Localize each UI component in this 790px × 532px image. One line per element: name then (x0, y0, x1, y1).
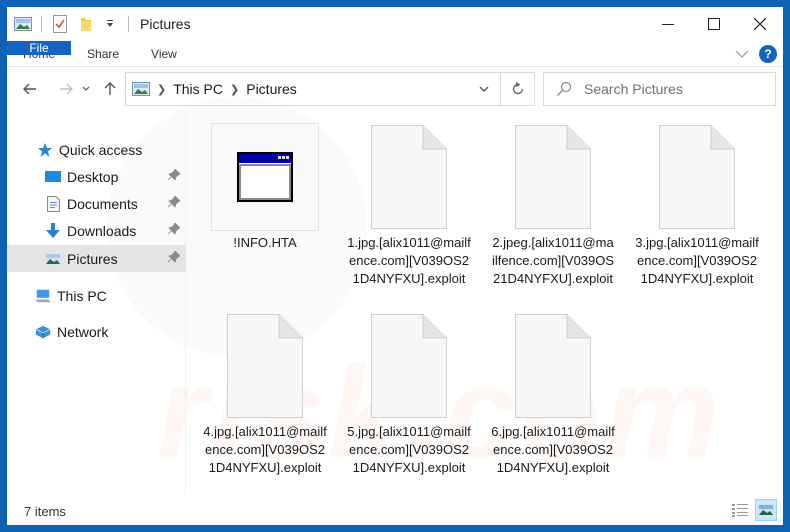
toolbar-separator (128, 16, 129, 32)
blank-file-icon (499, 312, 607, 420)
pictures-folder-icon[interactable] (14, 15, 32, 33)
close-icon (754, 18, 766, 30)
window-title: Pictures (140, 16, 191, 32)
file-item[interactable]: 5.jpg.[alix1011@mailfence.com][V039OS21D… (337, 312, 481, 477)
file-item[interactable]: 1.jpg.[alix1011@mailfence.com][V039OS21D… (337, 123, 481, 288)
title-bar: Pictures (7, 7, 783, 41)
chevron-down-icon (479, 86, 489, 92)
recent-locations-button[interactable] (79, 76, 93, 102)
sidebar-item-desktop[interactable]: Desktop (7, 163, 186, 190)
close-button[interactable] (737, 7, 783, 41)
computer-icon (35, 288, 51, 304)
sidebar-label: Pictures (67, 250, 118, 267)
file-name: 2.jpeg.[alix1011@mailfence.com][V039OS21… (491, 235, 615, 286)
pin-icon[interactable] (167, 168, 181, 184)
navigation-pane: Quick access Desktop Documents Downloads… (7, 111, 186, 495)
file-name: 5.jpg.[alix1011@mailfence.com][V039OS21D… (347, 424, 471, 475)
sidebar-label: This PC (57, 287, 107, 304)
documents-icon (45, 195, 61, 212)
pin-icon[interactable] (167, 222, 181, 238)
blank-file-icon (499, 123, 607, 231)
arrow-left-icon (23, 83, 36, 95)
sidebar-item-documents[interactable]: Documents (7, 190, 186, 217)
file-item[interactable]: !INFO.HTA (193, 123, 337, 252)
forward-button[interactable] (53, 76, 79, 102)
search-icon (544, 81, 584, 97)
star-icon (37, 142, 53, 158)
sidebar-label: Network (57, 323, 109, 340)
blank-file-icon (355, 123, 463, 231)
sidebar-item-network[interactable]: Network (7, 318, 186, 345)
sidebar-item-pictures[interactable]: Pictures (7, 245, 186, 272)
pictures-location-icon (132, 82, 150, 96)
arrow-right-icon (60, 83, 73, 95)
details-view-icon (732, 504, 748, 517)
minimize-icon (662, 24, 674, 25)
address-bar[interactable]: ❯ This PC ❯ Pictures (125, 72, 501, 106)
blank-file-icon (643, 123, 751, 231)
sidebar-label: Documents (67, 195, 138, 212)
file-item[interactable]: 6.jpg.[alix1011@mailfence.com][V039OS21D… (481, 312, 625, 477)
file-item[interactable]: 4.jpg.[alix1011@mailfence.com][V039OS21D… (193, 312, 337, 477)
breadcrumb-chevron-icon[interactable]: ❯ (157, 83, 166, 96)
minimize-button[interactable] (645, 7, 691, 41)
maximize-icon (708, 18, 720, 30)
help-button[interactable]: ? (759, 45, 777, 63)
tab-view[interactable]: View (135, 41, 193, 66)
desktop-icon (45, 169, 61, 185)
arrow-up-icon (104, 82, 116, 95)
breadcrumb-pictures[interactable]: Pictures (246, 81, 297, 97)
tab-file[interactable]: File (7, 41, 71, 55)
blank-file-icon (355, 312, 463, 420)
network-icon (35, 324, 51, 340)
item-count: 7 items (24, 503, 66, 519)
toolbar-separator (41, 16, 42, 32)
customize-dropdown-icon[interactable] (101, 15, 119, 33)
file-explorer-window: risk.com Pictures (7, 7, 783, 525)
file-name: 4.jpg.[alix1011@mailfence.com][V039OS21D… (203, 424, 327, 475)
chevron-down-icon (82, 86, 90, 91)
back-button[interactable] (17, 76, 43, 102)
maximize-button[interactable] (691, 7, 737, 41)
file-name: 1.jpg.[alix1011@mailfence.com][V039OS21D… (347, 235, 471, 286)
sidebar-label: Quick access (59, 141, 143, 158)
navigation-bar: ❯ This PC ❯ Pictures (7, 67, 783, 111)
downloads-icon (45, 222, 61, 239)
large-icons-view-icon (758, 504, 774, 516)
sidebar-item-quick-access[interactable]: Quick access (7, 136, 186, 163)
breadcrumb-this-pc[interactable]: This PC (173, 81, 223, 97)
sidebar-label: Desktop (67, 168, 119, 185)
hta-file-icon (211, 123, 319, 231)
large-icons-view-button[interactable] (755, 499, 777, 521)
pin-icon[interactable] (167, 195, 181, 211)
sidebar-item-downloads[interactable]: Downloads (7, 217, 186, 244)
expand-ribbon-button[interactable] (735, 45, 749, 63)
file-item[interactable]: 3.jpg.[alix1011@mailfence.com][V039OS21D… (625, 123, 769, 288)
sidebar-item-this-pc[interactable]: This PC (7, 282, 186, 309)
breadcrumb-chevron-icon[interactable]: ❯ (230, 83, 239, 96)
file-name: 3.jpg.[alix1011@mailfence.com][V039OS21D… (635, 235, 759, 286)
file-list: !INFO.HTA 1.jpg.[alix1011@mailfence.com]… (187, 111, 783, 495)
details-view-button[interactable] (729, 499, 751, 521)
file-name: 6.jpg.[alix1011@mailfence.com][V039OS21D… (491, 424, 615, 475)
address-dropdown-button[interactable] (470, 73, 498, 105)
pictures-icon (45, 251, 61, 267)
quick-access-toolbar (7, 7, 138, 41)
up-button[interactable] (97, 76, 123, 102)
search-input[interactable] (584, 81, 764, 97)
file-name: !INFO.HTA (233, 235, 297, 250)
tab-share[interactable]: Share (71, 41, 135, 66)
file-item[interactable]: 2.jpeg.[alix1011@mailfence.com][V039OS21… (481, 123, 625, 288)
refresh-icon (512, 82, 523, 95)
sidebar-label: Downloads (67, 222, 137, 239)
properties-icon[interactable] (51, 15, 69, 33)
pin-icon[interactable] (167, 250, 181, 266)
ribbon-tabs: File Home Share View ? (7, 41, 783, 67)
blank-file-icon (211, 312, 319, 420)
search-box[interactable] (543, 72, 776, 106)
status-bar: 7 items (7, 497, 783, 525)
refresh-button[interactable] (501, 72, 535, 106)
new-folder-icon[interactable] (77, 15, 95, 33)
chevron-down-icon (735, 50, 749, 58)
